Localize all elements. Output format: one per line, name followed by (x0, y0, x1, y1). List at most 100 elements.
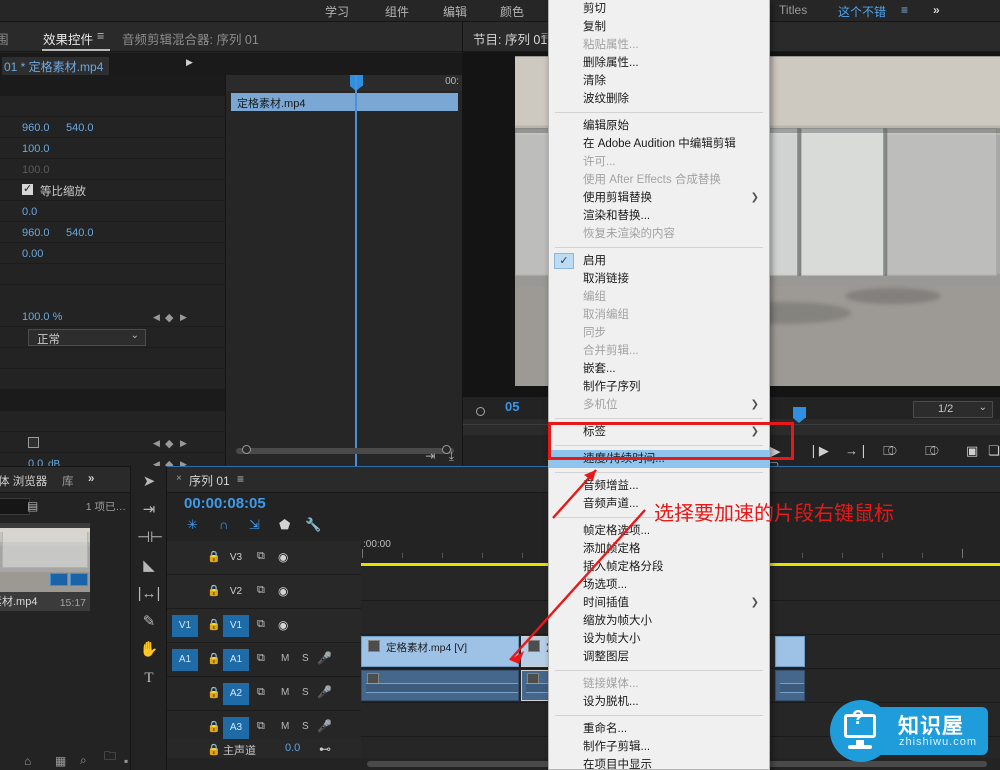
menu-item-unlink[interactable]: 取消链接 (549, 270, 769, 288)
track-name-v2[interactable]: V2 (223, 581, 249, 603)
ec-scroll-knob-left[interactable] (242, 445, 251, 454)
lock-icon[interactable]: 🔒 (207, 584, 221, 597)
more-tabs-icon[interactable]: » (88, 473, 95, 485)
top-menu-item-assembly[interactable]: 组件 (385, 3, 409, 20)
top-menu-item-editing[interactable]: 编辑 (443, 3, 467, 20)
track-name-v1[interactable]: V1 (223, 615, 249, 637)
tab-scope[interactable]: 围 (0, 29, 9, 48)
sync-lock-icon[interactable]: ⧉ (257, 550, 265, 563)
track-target-a1[interactable]: A1 (172, 649, 198, 671)
track-header-v2[interactable]: 🔒 V2 ⧉ ◉ (167, 575, 361, 609)
eye-icon[interactable]: ◉ (278, 584, 288, 598)
ruler-handle-icon[interactable] (476, 407, 485, 416)
ec-export-icon[interactable]: ⤓ (449, 449, 454, 463)
ripple-edit-tool[interactable]: ⊣⊢ (137, 526, 163, 550)
timeline-clip-audio[interactable] (361, 670, 519, 701)
timeline-timecode[interactable]: 00:00:08:05 (184, 495, 266, 512)
slip-tool[interactable]: |↔| (137, 582, 161, 606)
ec-footer-icons[interactable]: ⇥ ⤓ (425, 449, 454, 464)
sync-lock-icon[interactable]: ⧉ (257, 584, 265, 597)
more-panels-icon[interactable]: » (933, 3, 940, 17)
menu-item-make-offline[interactable]: 设为脱机... (549, 693, 769, 711)
stop-icon[interactable]: ▪ (124, 754, 128, 768)
add-keyframe-icon[interactable]: ◆ (165, 311, 173, 324)
menu-item-copy[interactable]: 复制 (549, 18, 769, 36)
lift-icon[interactable]: ⎄ (883, 443, 897, 459)
anchor-x-value[interactable]: 960.0 (22, 227, 50, 239)
track-name-a3[interactable]: A3 (223, 717, 249, 739)
filter-icon[interactable]: ▤ (27, 499, 38, 513)
anchor-y-value[interactable]: 540.0 (66, 227, 94, 239)
position-x-value[interactable]: 960.0 (22, 122, 50, 134)
rotation-value[interactable]: 0.0 (22, 206, 37, 218)
top-menu-item-learn[interactable]: 学习 (325, 3, 349, 20)
mute-icon[interactable]: M (281, 653, 289, 664)
camera-icon[interactable]: ▣ (966, 443, 978, 459)
menu-item-replace-with-clip[interactable]: 使用剪辑替换 ❯ (549, 189, 769, 207)
prev-keyframe-icon[interactable]: ◀ (153, 312, 160, 323)
step-forward-icon[interactable]: ❘▶ (808, 443, 829, 459)
master-track-header[interactable]: 🔒 主声道 0.0 ⊷ (167, 739, 361, 759)
timeline-hamburger-icon[interactable]: ≡ (237, 472, 244, 486)
lock-icon[interactable]: 🔒 (207, 618, 221, 631)
effect-controls-clip-bar[interactable]: 定格素材.mp4 (231, 93, 458, 111)
comparison-view-icon[interactable]: ❏ (988, 443, 1000, 459)
tab-media-browser[interactable]: 体 浏览器 (0, 473, 47, 489)
blend-mode-select[interactable]: 正常 ⌄ (28, 329, 146, 346)
menu-item-cut[interactable]: 剪切 (549, 0, 769, 18)
microphone-icon[interactable]: 🎤 (317, 719, 332, 733)
extract-icon[interactable]: ⎄ (925, 443, 939, 459)
menu-item-set-to-frame-size[interactable]: 设为帧大小 (549, 630, 769, 648)
bypass-checkbox[interactable] (28, 437, 39, 448)
pen-tool[interactable]: ✎ (137, 610, 161, 634)
tab-sequence-01[interactable]: 序列 01 (189, 472, 230, 489)
play-icon[interactable]: ▶ (769, 442, 781, 460)
track-header-v3[interactable]: 🔒 V3 ⧉ ◉ (167, 541, 361, 575)
close-icon[interactable]: × (176, 473, 182, 484)
track-name-v3[interactable]: V3 (223, 547, 249, 569)
linked-selection-icon[interactable]: ⇲ (249, 517, 260, 533)
search-icon[interactable]: ⌕ (80, 753, 87, 768)
menu-item-label[interactable]: 标签 ❯ (549, 423, 769, 441)
track-name-a1[interactable]: A1 (223, 649, 249, 671)
menu-item-adjustment-layer[interactable]: 调整图层 (549, 648, 769, 666)
selection-tool[interactable]: ➤ (137, 470, 161, 494)
program-monitor-timecode[interactable]: 05 (505, 399, 519, 414)
folder-icon[interactable]: 🗀 (104, 747, 116, 768)
type-tool[interactable]: T (137, 666, 161, 690)
eye-icon[interactable]: ◉ (278, 550, 288, 564)
sync-lock-icon[interactable]: ⧉ (257, 618, 265, 631)
menu-item-audio-gain[interactable]: 音频增益... (549, 477, 769, 495)
microphone-icon[interactable]: 🎤 (317, 651, 332, 665)
opacity-value[interactable]: 100.0 % (22, 311, 62, 323)
menu-item-time-interpolation[interactable]: 时间插值 ❯ (549, 594, 769, 612)
track-header-a2[interactable]: 🔒 A2 ⧉ M S 🎤 (167, 677, 361, 711)
prev-keyframe-icon[interactable]: ◀ (153, 438, 160, 449)
menu-item-add-frame-hold[interactable]: 添加帧定格 (549, 540, 769, 558)
menu-item-clear[interactable]: 清除 (549, 72, 769, 90)
insert-icon[interactable]: →❘ (845, 443, 869, 459)
sync-lock-icon[interactable]: ⧉ (257, 720, 265, 733)
program-monitor-zoom-select[interactable]: 1/2 ⌄ (913, 401, 993, 418)
top-menu-item-color[interactable]: 颜色 (500, 3, 524, 20)
mute-icon[interactable]: M (281, 687, 289, 698)
lock-icon[interactable]: 🔒 (207, 550, 221, 563)
top-menu-item-titles[interactable]: Titles (779, 3, 807, 17)
context-menu[interactable]: 剪切 复制 粘贴属性... 删除属性... 清除 波纹删除 编辑原始 在 Ado… (548, 0, 770, 770)
lock-icon[interactable]: 🔒 (207, 720, 221, 733)
menu-item-rename[interactable]: 重命名... (549, 720, 769, 738)
track-header-a1[interactable]: A1 🔒 A1 ⧉ M S 🎤 (167, 643, 361, 677)
add-keyframe-icon[interactable]: ◆ (165, 437, 173, 450)
workspace-hamburger-icon[interactable]: ≡ (901, 3, 908, 17)
menu-item-remove-attributes[interactable]: 删除属性... (549, 54, 769, 72)
mute-icon[interactable]: M (281, 721, 289, 732)
effect-controls-timeline[interactable]: 00: 定格素材.mp4 ⇥ ⤓ (225, 75, 463, 466)
menu-item-render-and-replace[interactable]: 渲染和替换... (549, 207, 769, 225)
next-keyframe-icon[interactable]: ▶ (180, 312, 187, 323)
timeline-clip-audio-3[interactable] (775, 670, 805, 701)
track-select-forward-tool[interactable]: ⇥ (137, 498, 161, 522)
antiflicker-value[interactable]: 0.00 (22, 248, 43, 260)
menu-item-edit-original[interactable]: 编辑原始 (549, 117, 769, 135)
effect-controls-hamburger-icon[interactable]: ≡ (97, 29, 104, 43)
ec-link-icon[interactable]: ⇥ (425, 449, 435, 463)
